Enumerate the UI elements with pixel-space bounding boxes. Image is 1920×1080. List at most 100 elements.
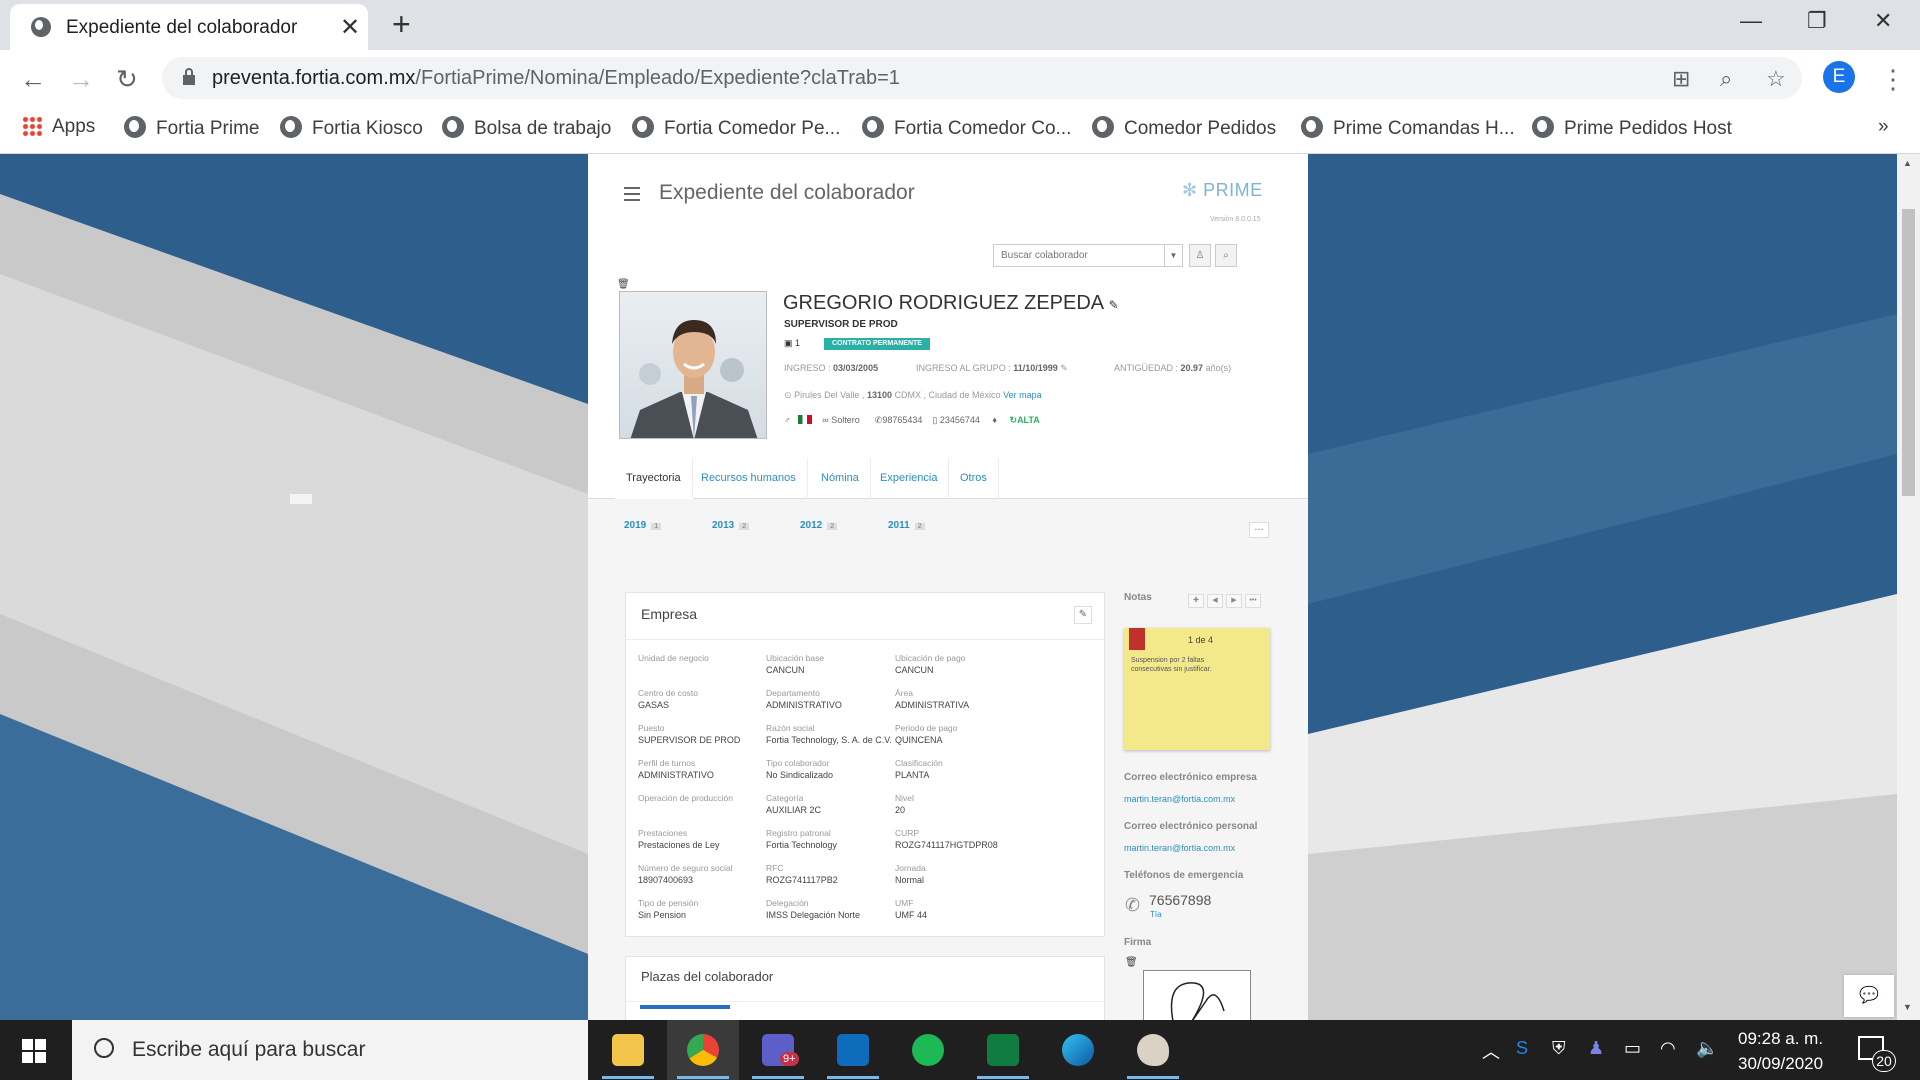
- chevron-right-icon: ▶: [1231, 597, 1237, 604]
- delete-signature-icon[interactable]: 🗑: [1125, 957, 1138, 968]
- year-2011[interactable]: 2011 2: [888, 520, 925, 531]
- email-personal-link[interactable]: martin.teran@fortia.com.mx: [1124, 843, 1235, 853]
- taskbar-search-input[interactable]: Escribe aquí para buscar: [72, 1020, 588, 1080]
- url-host: preventa.fortia.com.mx: [212, 67, 416, 89]
- employee-address: ⊙ Pirules Del Valle , 13100 CDMX , Ciuda…: [784, 390, 1042, 400]
- bookmark-item[interactable]: Fortia Comedor Co...: [862, 116, 1071, 140]
- rings-icon: ∞: [822, 415, 829, 425]
- chevron-up-icon[interactable]: ︿: [1482, 1038, 1500, 1064]
- reload-icon[interactable]: ↻: [116, 64, 138, 95]
- tab-otros[interactable]: Otros: [949, 458, 999, 499]
- person-portrait-icon: [630, 320, 758, 438]
- more-bookmarks-icon[interactable]: »: [1878, 116, 1889, 138]
- browser-tab-bar: Expediente del colaborador ✕ + — ❐ ✕: [0, 0, 1920, 50]
- more-notes-button[interactable]: •••: [1245, 594, 1261, 608]
- email-company-link[interactable]: martin.teran@fortia.com.mx: [1124, 794, 1235, 804]
- restore-icon[interactable]: ❐: [1807, 8, 1827, 34]
- next-note-button[interactable]: ▶: [1226, 594, 1242, 608]
- bookmark-item[interactable]: Fortia Comedor Pe...: [632, 116, 840, 140]
- back-icon[interactable]: ←: [20, 64, 46, 95]
- scrollbar[interactable]: ▲ ▼: [1897, 154, 1920, 1020]
- bookmark-item[interactable]: Comedor Pedidos: [1092, 116, 1276, 140]
- tab-recursos-humanos[interactable]: Recursos humanos: [690, 458, 808, 499]
- field-label: Departamento: [766, 688, 820, 698]
- clock-time[interactable]: 09:28 a. m.: [1738, 1029, 1823, 1049]
- edit-date-icon[interactable]: ✎: [1060, 363, 1068, 373]
- field-label: RFC: [766, 863, 784, 873]
- empresa-title: Empresa: [641, 606, 698, 622]
- forward-icon[interactable]: →: [68, 64, 94, 95]
- volume-icon[interactable]: 🔈: [1696, 1038, 1718, 1059]
- bookmark-item[interactable]: Bolsa de trabajo: [442, 116, 611, 140]
- new-tab-button[interactable]: +: [392, 6, 411, 43]
- shield-icon[interactable]: ⛨: [1552, 1038, 1566, 1059]
- teams-tray-icon[interactable]: ♟: [1588, 1038, 1604, 1059]
- menu-icon[interactable]: ⋮: [1880, 64, 1906, 95]
- close-window-icon[interactable]: ✕: [1874, 8, 1892, 34]
- year-2013[interactable]: 2013 2: [712, 520, 750, 531]
- field-perfil-de-turnos: Perfil de turnos ADMINISTRATIVO: [638, 758, 714, 780]
- spotify-app[interactable]: [892, 1020, 964, 1080]
- excel-app[interactable]: [967, 1020, 1039, 1080]
- address-bar[interactable]: preventa.fortia.com.mx/FortiaPrime/Nomin…: [162, 57, 1802, 99]
- more-years-button[interactable]: ...: [1249, 522, 1269, 538]
- map-link[interactable]: Ver mapa: [1003, 390, 1042, 400]
- edit-name-icon[interactable]: ✎: [1109, 298, 1119, 312]
- edge-icon: [1062, 1034, 1094, 1066]
- chevron-down-icon[interactable]: ▼: [1164, 245, 1182, 266]
- field-label: Área: [895, 688, 913, 698]
- bookmark-item[interactable]: Fortia Kiosco: [280, 116, 423, 140]
- field-label: Operación de producción: [638, 793, 733, 803]
- search-employee-input[interactable]: Buscar colaborador ▼: [993, 244, 1183, 267]
- edge-app[interactable]: [1042, 1020, 1114, 1080]
- divider: [626, 1001, 1104, 1002]
- paint-app[interactable]: [1117, 1020, 1189, 1080]
- tab-trayectoria[interactable]: Trayectoria: [615, 458, 693, 499]
- minimize-icon[interactable]: —: [1740, 8, 1762, 34]
- file-explorer-app[interactable]: [592, 1020, 664, 1080]
- browser-tab[interactable]: Expediente del colaborador ✕: [10, 4, 368, 50]
- emergency-phone: 76567898: [1149, 892, 1212, 908]
- windows-start-icon[interactable]: [22, 1039, 46, 1063]
- close-tab-icon[interactable]: ✕: [340, 13, 360, 42]
- scroll-down-icon[interactable]: ▼: [1903, 1002, 1912, 1012]
- year-2012[interactable]: 2012 2: [800, 520, 838, 531]
- field-jornada: Jornada Normal: [895, 863, 926, 885]
- zoom-icon[interactable]: ⌕: [1720, 66, 1732, 92]
- scrollbar-thumb[interactable]: [1902, 209, 1915, 496]
- add-user-button[interactable]: ♙: [1189, 244, 1211, 267]
- seniority: ANTIGÜEDAD : 20.97 año(s): [1114, 363, 1232, 373]
- prev-note-button[interactable]: ◀: [1207, 594, 1223, 608]
- delete-photo-icon[interactable]: 🗑: [617, 279, 630, 290]
- bookmark-item[interactable]: Prime Comandas H...: [1301, 116, 1515, 140]
- field-umf: UMF UMF 44: [895, 898, 927, 920]
- year-2019[interactable]: 2019 1: [624, 520, 662, 531]
- scroll-up-icon[interactable]: ▲: [1903, 158, 1912, 168]
- add-note-button[interactable]: ✚: [1188, 594, 1204, 608]
- profile-avatar[interactable]: E: [1823, 61, 1855, 93]
- translate-icon[interactable]: ⊞: [1672, 66, 1690, 92]
- field-label: Jornada: [895, 863, 926, 873]
- battery-icon[interactable]: ▭: [1624, 1038, 1641, 1059]
- field-value: No Sindicalizado: [766, 770, 834, 780]
- chat-button[interactable]: 💬: [1844, 975, 1894, 1017]
- outlook-app[interactable]: [817, 1020, 889, 1080]
- wifi-icon[interactable]: ◠: [1660, 1038, 1676, 1059]
- bookmark-item[interactable]: Prime Pedidos Host: [1532, 116, 1732, 140]
- chrome-app[interactable]: [667, 1020, 739, 1080]
- teams-app[interactable]: 9+: [742, 1020, 814, 1080]
- star-icon[interactable]: ☆: [1766, 66, 1786, 92]
- search-button[interactable]: ⌕: [1215, 244, 1237, 267]
- tab-nomina[interactable]: Nómina: [810, 458, 871, 499]
- bookmark-apps[interactable]: Apps: [22, 116, 95, 138]
- skype-icon[interactable]: S: [1516, 1038, 1528, 1059]
- bookmark-item[interactable]: Fortia Prime: [124, 116, 259, 140]
- field-razon-social: Razón social Fortia Technology, S. A. de …: [766, 723, 892, 745]
- tab-experiencia[interactable]: Experiencia: [869, 458, 950, 499]
- field-curp: CURP ROZG741117HGTDPR08: [895, 828, 998, 850]
- edit-empresa-button[interactable]: ✎: [1074, 606, 1092, 624]
- clock-date[interactable]: 30/09/2020: [1738, 1054, 1823, 1074]
- hamburger-menu-icon[interactable]: [624, 187, 640, 201]
- sticky-note[interactable]: 1 de 4 Suspension por 2 faltas consecuti…: [1124, 628, 1270, 750]
- field-label: Razón social: [766, 723, 815, 733]
